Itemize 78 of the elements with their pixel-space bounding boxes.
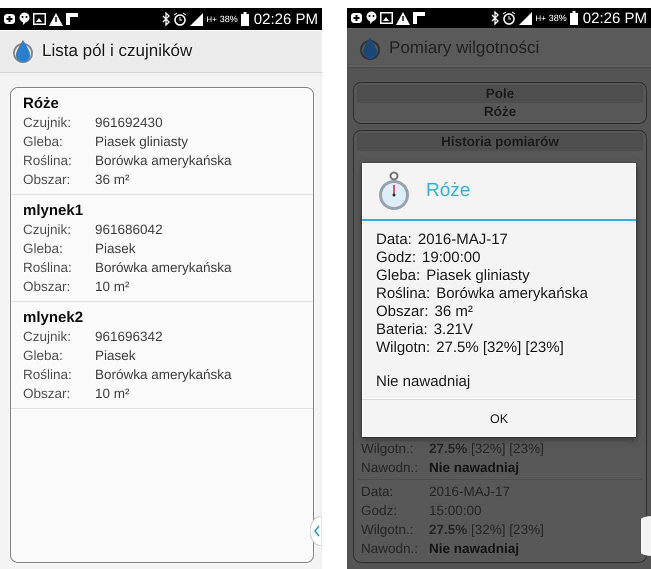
- row-value: 961686042: [95, 221, 163, 239]
- row-label: Czujnik:: [23, 328, 72, 346]
- plus-icon: [4, 13, 16, 25]
- chat-icon: [19, 12, 30, 26]
- bluetooth-icon: [162, 12, 170, 26]
- side-handle-icon[interactable]: [310, 516, 322, 546]
- row-label: Roślina:: [376, 285, 430, 303]
- clock: 02:26 PM: [254, 10, 318, 28]
- row-value: 27.5% [32%] [23%]: [436, 339, 564, 357]
- row-label: Obszar:: [376, 303, 429, 321]
- battery-icon: [240, 12, 249, 26]
- water-drop-icon: [357, 34, 383, 61]
- row-label: Data:: [376, 231, 412, 249]
- row-value: Borówka amerykańska: [95, 366, 232, 384]
- signal-icon: [190, 12, 204, 26]
- row-label: Gleba:: [23, 133, 64, 151]
- row-value: 36 m²: [434, 303, 473, 321]
- row-value: 10 m²: [95, 278, 130, 296]
- flag-icon: [413, 12, 425, 24]
- dialog-title: Róże: [426, 180, 470, 202]
- row-value: 19:00:00: [422, 249, 480, 267]
- row-value: Piasek gliniasty: [95, 133, 188, 151]
- row-value: Nie nawadniaj: [429, 540, 520, 558]
- warning-icon: [49, 12, 63, 26]
- row-value: 36 m²: [95, 171, 130, 189]
- row-label: Obszar:: [23, 278, 72, 296]
- ok-button[interactable]: OK: [362, 399, 636, 437]
- network-type: H+: [535, 14, 546, 23]
- row-label: Wilgotn:: [376, 339, 430, 357]
- row-label: Czujnik:: [23, 114, 72, 132]
- image-icon: [33, 13, 46, 25]
- row-value: 3.21V: [434, 321, 473, 339]
- battery-percent: 38%: [548, 13, 567, 24]
- field-item[interactable]: mlynek1 Czujnik: 961686042 Gleba: Piasek Roślina: Borówka amerykańska Obszar: 10 m²: [11, 195, 313, 302]
- battery-icon: [570, 11, 578, 26]
- row-label: Roślina:: [23, 259, 73, 277]
- field-name: Róże: [482, 103, 518, 121]
- row-value: Piasek gliniasty: [426, 267, 530, 285]
- row-value: 961692430: [95, 114, 163, 132]
- side-handle-icon[interactable]: [641, 516, 651, 556]
- row-label: Gleba:: [376, 267, 420, 285]
- row-label: Bateria:: [376, 321, 428, 339]
- row-label: Gleba:: [23, 347, 64, 365]
- dialog-message: Nie nawadniaj: [376, 373, 472, 391]
- row-value: 961696342: [95, 328, 163, 346]
- alarm-icon: [173, 12, 188, 26]
- row-value: Borówka amerykańska: [95, 152, 232, 170]
- plus-icon: [351, 12, 363, 24]
- water-drop-icon: [10, 38, 36, 64]
- row-label: Roślina:: [23, 152, 73, 170]
- row-value: Piasek: [95, 347, 136, 365]
- row-value: Borówka amerykańska: [436, 285, 588, 303]
- network-type: H+: [206, 14, 217, 24]
- alarm-icon: [502, 11, 516, 26]
- warning-icon: [396, 12, 410, 25]
- bluetooth-icon: [491, 11, 500, 26]
- row-label: Obszar:: [23, 385, 72, 403]
- image-icon: [380, 12, 393, 24]
- row-value: Borówka amerykańska: [95, 259, 232, 277]
- row-label: Roślina:: [23, 366, 73, 384]
- row-label: Czujnik:: [23, 221, 72, 239]
- stopwatch-icon: [376, 171, 412, 211]
- field-item[interactable]: mlynek2 Czujnik: 961696342 Gleba: Piasek Roślina: Borówka amerykańska Obszar: 10 m²: [11, 302, 313, 409]
- row-value: 2016-MAJ-17: [418, 231, 508, 249]
- screen-title: Lista pól i czujników: [42, 41, 192, 61]
- battery-percent: 38%: [220, 14, 238, 24]
- field-item[interactable]: Róże Czujnik: 961692430 Gleba: Piasek gliniasty Roślina: Borówka amerykańska Obszar: 36 m²: [11, 88, 313, 195]
- clock: 02:26 PM: [582, 10, 647, 27]
- signal-icon: [519, 12, 532, 25]
- row-value: Nie nawadniaj: [429, 459, 520, 477]
- row-value: 10 m²: [95, 385, 130, 403]
- row-label: Gleba:: [23, 240, 64, 258]
- row-value: Piasek: [95, 240, 136, 258]
- chat-icon: [366, 11, 377, 26]
- row-label: Godz:: [376, 249, 416, 267]
- flag-icon: [66, 13, 78, 25]
- screen-title: Pomiary wilgotności: [389, 38, 540, 58]
- row-label: Obszar:: [23, 171, 72, 189]
